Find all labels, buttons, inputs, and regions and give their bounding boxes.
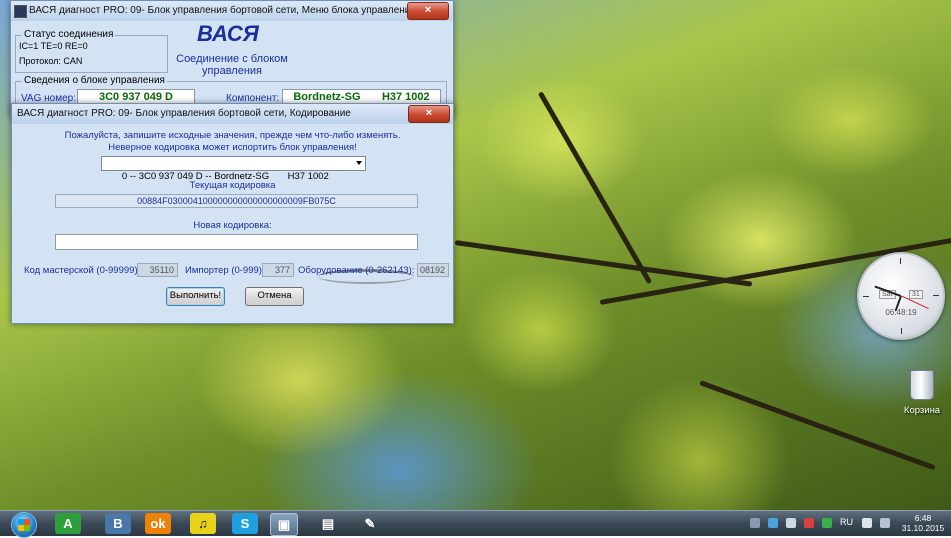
- coding-dialog-titlebar[interactable]: ВАСЯ диагност PRO: 09- Блок управления б…: [12, 104, 453, 124]
- main-window-titlebar[interactable]: ВАСЯ диагност PRO: 09- Блок управления б…: [11, 1, 453, 21]
- clock-date: 31: [909, 290, 923, 299]
- windows-logo-icon: [18, 519, 30, 531]
- clock-tick: [863, 296, 869, 297]
- workshop-code-field[interactable]: 35110: [137, 263, 178, 277]
- warning-line-1: Пожалуйста, запишите исходные значения, …: [64, 130, 401, 141]
- taskbar-paint-icon[interactable]: ✎: [357, 513, 383, 534]
- dialog-close-button[interactable]: ×: [408, 105, 450, 123]
- clock-tick: [933, 295, 939, 296]
- tray-battery-icon[interactable]: [880, 518, 890, 528]
- recycle-bin-icon[interactable]: [910, 370, 934, 400]
- recycle-bin-label[interactable]: Корзина: [899, 405, 945, 416]
- clock-gadget[interactable]: Sat 31 06:48:19: [857, 252, 945, 340]
- taskbar-odnoklassniki-icon[interactable]: ok: [145, 513, 171, 534]
- coding-dialog[interactable]: ВАСЯ диагност PRO: 09- Блок управления б…: [11, 103, 454, 324]
- taskbar-music-icon[interactable]: ♫: [190, 513, 216, 534]
- connection-status-group: Статус соединения IC=1 TE=0 RE=0 Протоко…: [15, 29, 168, 73]
- main-window-title: ВАСЯ диагност PRO: 09- Блок управления б…: [29, 5, 416, 16]
- clock-tick: [900, 258, 901, 264]
- coding-dialog-body: Пожалуйста, запишите исходные значения, …: [12, 124, 453, 323]
- current-coding-field: 00884F030004100000000000000000009FB075C: [55, 194, 418, 208]
- taskbar-date: 31.10.2015: [901, 523, 945, 533]
- taskbar-skype-icon[interactable]: S: [232, 513, 258, 534]
- chevron-down-icon[interactable]: [356, 161, 362, 165]
- app-icon: [14, 5, 27, 18]
- module-select[interactable]: 0 -- 3C0 937 049 D -- Bordnetz-SG H37 10…: [101, 156, 366, 182]
- status-line: IC=1 TE=0 RE=0: [19, 41, 88, 51]
- taskbar-window-icon[interactable]: ▤: [315, 513, 341, 534]
- tray-app-icon[interactable]: [804, 518, 814, 528]
- cancel-button[interactable]: Отмена: [245, 287, 304, 306]
- taskbar-vk-icon[interactable]: B: [105, 513, 131, 534]
- wallpaper-branch: [454, 240, 753, 287]
- clock-time: 06:48:19: [885, 308, 917, 317]
- brand-title: ВАСЯ: [197, 21, 259, 46]
- workshop-code-label: Код мастерской (0-99999):: [24, 265, 141, 276]
- close-button[interactable]: ×: [407, 2, 449, 20]
- taskbar-vasya-window[interactable]: ▣: [270, 513, 298, 536]
- warning-line-2: Неверное кодировка может испортить блок …: [108, 142, 357, 153]
- current-coding-label: Текущая кодировка: [189, 180, 276, 191]
- wallpaper-branch: [699, 380, 936, 471]
- taskbar-time: 6:48: [914, 513, 932, 523]
- tray-flag-icon[interactable]: [862, 518, 872, 528]
- connection-status-label: Статус соединения: [22, 29, 116, 40]
- tray-check-icon[interactable]: [822, 518, 832, 528]
- execute-button[interactable]: Выполнить!: [166, 287, 225, 306]
- connection-text: Соединение с блоком управления: [176, 53, 288, 77]
- importer-field[interactable]: 377: [262, 263, 294, 277]
- tray-network-icon[interactable]: [768, 518, 778, 528]
- taskbar: A B ok ♫ S ▣ ▤ ✎ RU 6:48 31.10.2015: [0, 510, 951, 538]
- protocol-text: Протокол: CAN: [19, 56, 83, 66]
- start-button[interactable]: [11, 512, 37, 538]
- main-window[interactable]: ВАСЯ диагност PRO: 09- Блок управления б…: [10, 0, 454, 118]
- taskbar-app-a-icon[interactable]: A: [55, 513, 81, 534]
- new-coding-input[interactable]: [55, 234, 418, 250]
- taskbar-clock[interactable]: 6:48 31.10.2015: [900, 513, 946, 533]
- equipment-label: Оборудование (0-262143):: [298, 265, 415, 276]
- importer-label: Импортер (0-999):: [185, 265, 265, 276]
- module-info-label: Сведения о блоке управления: [22, 75, 167, 86]
- new-coding-label: Новая кодировка:: [193, 220, 272, 231]
- tray-arrow-icon[interactable]: [750, 518, 760, 528]
- tray-volume-icon[interactable]: [786, 518, 796, 528]
- equipment-field[interactable]: 08192: [417, 263, 449, 277]
- tray-language[interactable]: RU: [840, 517, 853, 527]
- coding-dialog-title: ВАСЯ диагност PRO: 09- Блок управления б…: [17, 108, 351, 119]
- clock-tick: [901, 328, 902, 334]
